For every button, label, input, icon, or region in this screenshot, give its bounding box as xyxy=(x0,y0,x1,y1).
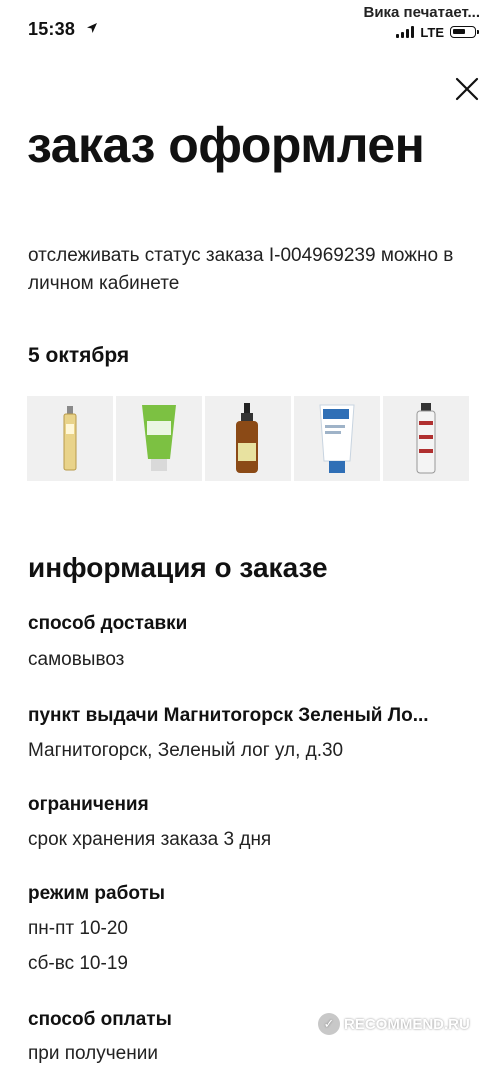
network-type: LTE xyxy=(420,24,444,40)
restrictions-label: ограничения xyxy=(28,794,149,815)
watermark-text: RECOMMEND.RU xyxy=(344,1015,470,1033)
delivery-method-label: способ доставки xyxy=(28,613,188,634)
order-item-thumbnail[interactable] xyxy=(27,396,113,481)
cream-tube-icon xyxy=(319,404,355,473)
page-title: заказ оформлен xyxy=(27,117,425,173)
order-item-thumbnail[interactable] xyxy=(294,396,380,481)
order-item-thumbnail[interactable] xyxy=(205,396,291,481)
green-tube-icon xyxy=(142,405,176,471)
status-bar: 15:38 Вика печатает... LTE xyxy=(0,0,500,56)
working-hours-weekdays: пн-пт 10-20 xyxy=(28,918,128,939)
status-time: 15:38 xyxy=(28,19,76,39)
watermark-logo-icon: ✓ xyxy=(318,1013,340,1035)
order-status-hint: отслеживать статус заказа I-004969239 мо… xyxy=(28,245,454,294)
working-hours-weekend: сб-вс 10-19 xyxy=(28,953,128,974)
delivery-method-value: самовывоз xyxy=(28,649,125,670)
order-date: 5 октября xyxy=(28,344,130,367)
order-info-title: информация о заказе xyxy=(28,552,328,583)
spray-can-icon xyxy=(416,402,436,473)
battery-icon xyxy=(450,26,479,38)
restrictions-value: срок хранения заказа 3 дня xyxy=(28,829,272,850)
status-indicators: LTE xyxy=(396,24,479,40)
payment-method-value: при получении xyxy=(28,1043,158,1064)
order-item-thumbnail[interactable] xyxy=(116,396,202,481)
pickup-point-label: пункт выдачи Магнитогорск Зеленый Ло... xyxy=(28,705,429,726)
pickup-point-address: Магнитогорск, Зеленый лог ул, д.30 xyxy=(28,740,344,761)
watermark: ✓ RECOMMEND.RU xyxy=(318,1013,470,1035)
perfume-bottle-icon xyxy=(63,405,77,470)
status-carrier: Вика печатает... xyxy=(363,4,480,21)
signal-icon xyxy=(396,26,415,38)
spray-bottle-icon xyxy=(236,402,258,473)
working-hours-label: режим работы xyxy=(28,883,165,904)
close-icon[interactable] xyxy=(452,74,482,104)
order-items xyxy=(27,396,469,481)
payment-method-label: способ оплаты xyxy=(28,1009,172,1030)
order-item-thumbnail[interactable] xyxy=(383,396,469,481)
location-arrow-icon xyxy=(87,23,97,33)
